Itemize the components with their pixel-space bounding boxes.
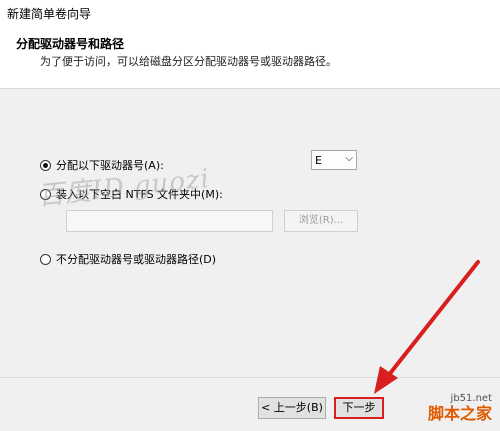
site-logo: 脚本之家 <box>427 404 492 423</box>
drive-letter-value: E <box>315 154 322 167</box>
radio-button[interactable] <box>40 159 51 171</box>
folder-path-input[interactable] <box>66 210 273 232</box>
window-title: 新建简单卷向导 <box>7 7 92 21</box>
radio-no-assign[interactable]: 不分配驱动器号或驱动器路径(D) <box>40 251 216 267</box>
drive-letter-select[interactable]: E ⌵ <box>311 150 357 170</box>
chevron-down-icon: ⌵ <box>345 153 353 164</box>
title-bar: 新建简单卷向导 <box>0 0 500 26</box>
page-title: 分配驱动器号和路径 <box>16 37 125 51</box>
wizard-footer <box>0 377 500 431</box>
wizard-header: 分配驱动器号和路径 为了便于访问，可以给磁盘分区分配驱动器号或驱动器路径。 <box>0 26 500 89</box>
wizard-content <box>0 89 500 377</box>
page-subtitle: 为了便于访问，可以给磁盘分区分配驱动器号或驱动器路径。 <box>40 55 337 68</box>
radio-button[interactable] <box>40 253 51 265</box>
back-button[interactable]: < 上一步(B) <box>258 397 326 419</box>
browse-button[interactable]: 浏览(R)... <box>284 210 358 232</box>
radio-no-assign-label: 不分配驱动器号或驱动器路径(D) <box>56 253 217 266</box>
next-button[interactable]: 下一步 <box>334 397 384 419</box>
